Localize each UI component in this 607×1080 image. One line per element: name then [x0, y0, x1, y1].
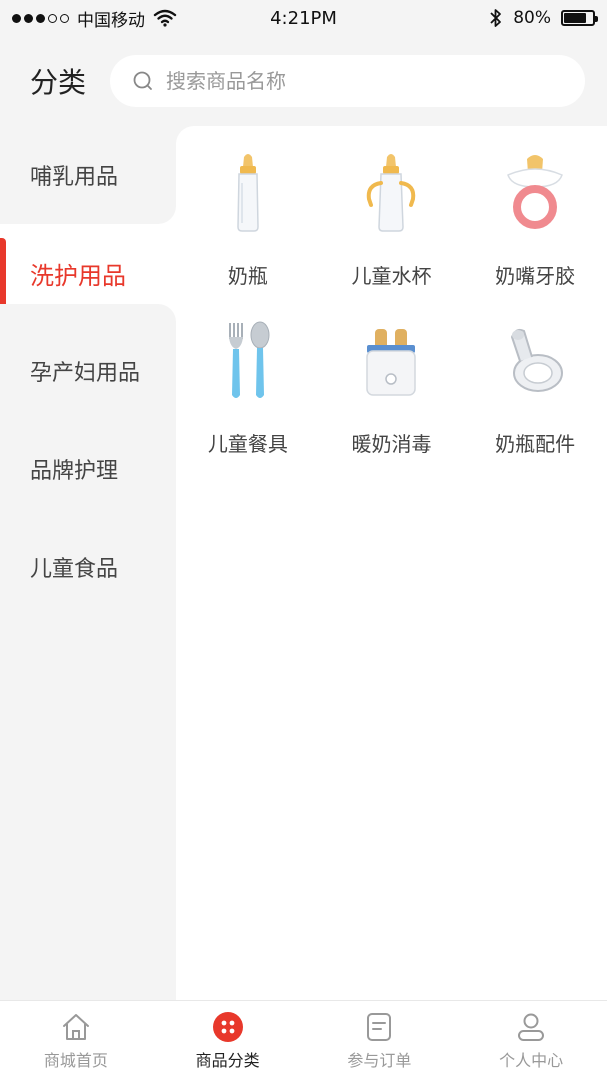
cutlery-icon	[228, 321, 270, 398]
product-item-bottle-accessory[interactable]: 奶瓶配件	[466, 316, 604, 478]
baby-bottle-icon	[237, 154, 259, 232]
bottle-warmer-icon	[366, 329, 417, 396]
page-title: 分类	[30, 66, 87, 99]
sidebar-item-label: 哺乳用品	[30, 165, 119, 190]
signal-strength-icon	[12, 13, 69, 23]
header: 分类	[0, 36, 607, 126]
nipple-icon	[511, 328, 564, 392]
tab-label: 参与订单	[347, 1051, 412, 1070]
sidebar-item-label: 洗护用品	[30, 261, 126, 290]
sippy-cup-icon	[367, 154, 416, 232]
order-icon	[367, 1013, 392, 1041]
product-name: 暖奶消毒	[351, 432, 432, 456]
sidebar-item-label: 孕产妇用品	[30, 361, 141, 386]
battery-percent: 80%	[513, 8, 551, 28]
product-item-bottle-warmer[interactable]: 暖奶消毒	[322, 316, 460, 478]
bottom-tab-bar: 商城首页 商品分类 参与订单 个人中心	[0, 1000, 607, 1080]
product-name: 儿童餐具	[207, 432, 288, 456]
product-item-bottle[interactable]: 奶瓶	[179, 148, 317, 310]
tab-orders[interactable]: 参与订单	[304, 1001, 456, 1080]
category-sidebar: 哺乳用品 洗护用品 孕产妇用品 品牌护理 儿童食品	[0, 126, 176, 1000]
product-item-sippy-cup[interactable]: 儿童水杯	[322, 148, 460, 310]
product-name: 儿童水杯	[351, 264, 432, 288]
user-icon	[518, 1013, 545, 1041]
active-indicator	[0, 238, 6, 308]
product-name: 奶嘴牙胶	[495, 264, 576, 288]
tab-label: 商城首页	[43, 1051, 108, 1070]
product-item-pacifier[interactable]: 奶嘴牙胶	[466, 148, 604, 310]
tab-label: 个人中心	[499, 1051, 564, 1070]
sidebar-item-label: 儿童食品	[30, 557, 119, 582]
bluetooth-icon	[490, 9, 502, 27]
product-name: 奶瓶	[227, 264, 268, 288]
tab-profile[interactable]: 个人中心	[455, 1001, 607, 1080]
status-time: 4:21PM	[270, 7, 337, 29]
wifi-icon	[153, 9, 177, 27]
carrier-name: 中国移动	[77, 10, 145, 31]
product-name: 奶瓶配件	[495, 432, 576, 456]
search-icon	[133, 71, 152, 90]
tab-home[interactable]: 商城首页	[0, 1001, 152, 1080]
status-bar: 中国移动 4:21PM 80%	[0, 0, 607, 36]
category-icon	[212, 1012, 243, 1042]
sidebar-item-maternity[interactable]: 孕产妇用品	[0, 304, 176, 420]
sidebar-item-nursing[interactable]: 哺乳用品	[0, 126, 176, 224]
search-bar[interactable]	[110, 55, 585, 107]
product-item-cutlery[interactable]: 儿童餐具	[179, 316, 317, 478]
sidebar-item-label: 品牌护理	[30, 459, 119, 484]
product-panel: 奶瓶 儿童水杯 奶嘴牙胶 儿童餐具 暖奶消毒 奶瓶配件	[176, 126, 607, 1000]
search-input[interactable]	[166, 69, 563, 93]
sidebar-item-kids-food[interactable]: 儿童食品	[0, 518, 176, 616]
pacifier-icon	[507, 155, 564, 229]
tab-category[interactable]: 商品分类	[152, 1001, 304, 1080]
tab-label: 商品分类	[195, 1051, 260, 1070]
home-icon	[62, 1014, 89, 1040]
battery-icon	[561, 10, 598, 26]
sidebar-item-brand-care[interactable]: 品牌护理	[0, 420, 176, 518]
